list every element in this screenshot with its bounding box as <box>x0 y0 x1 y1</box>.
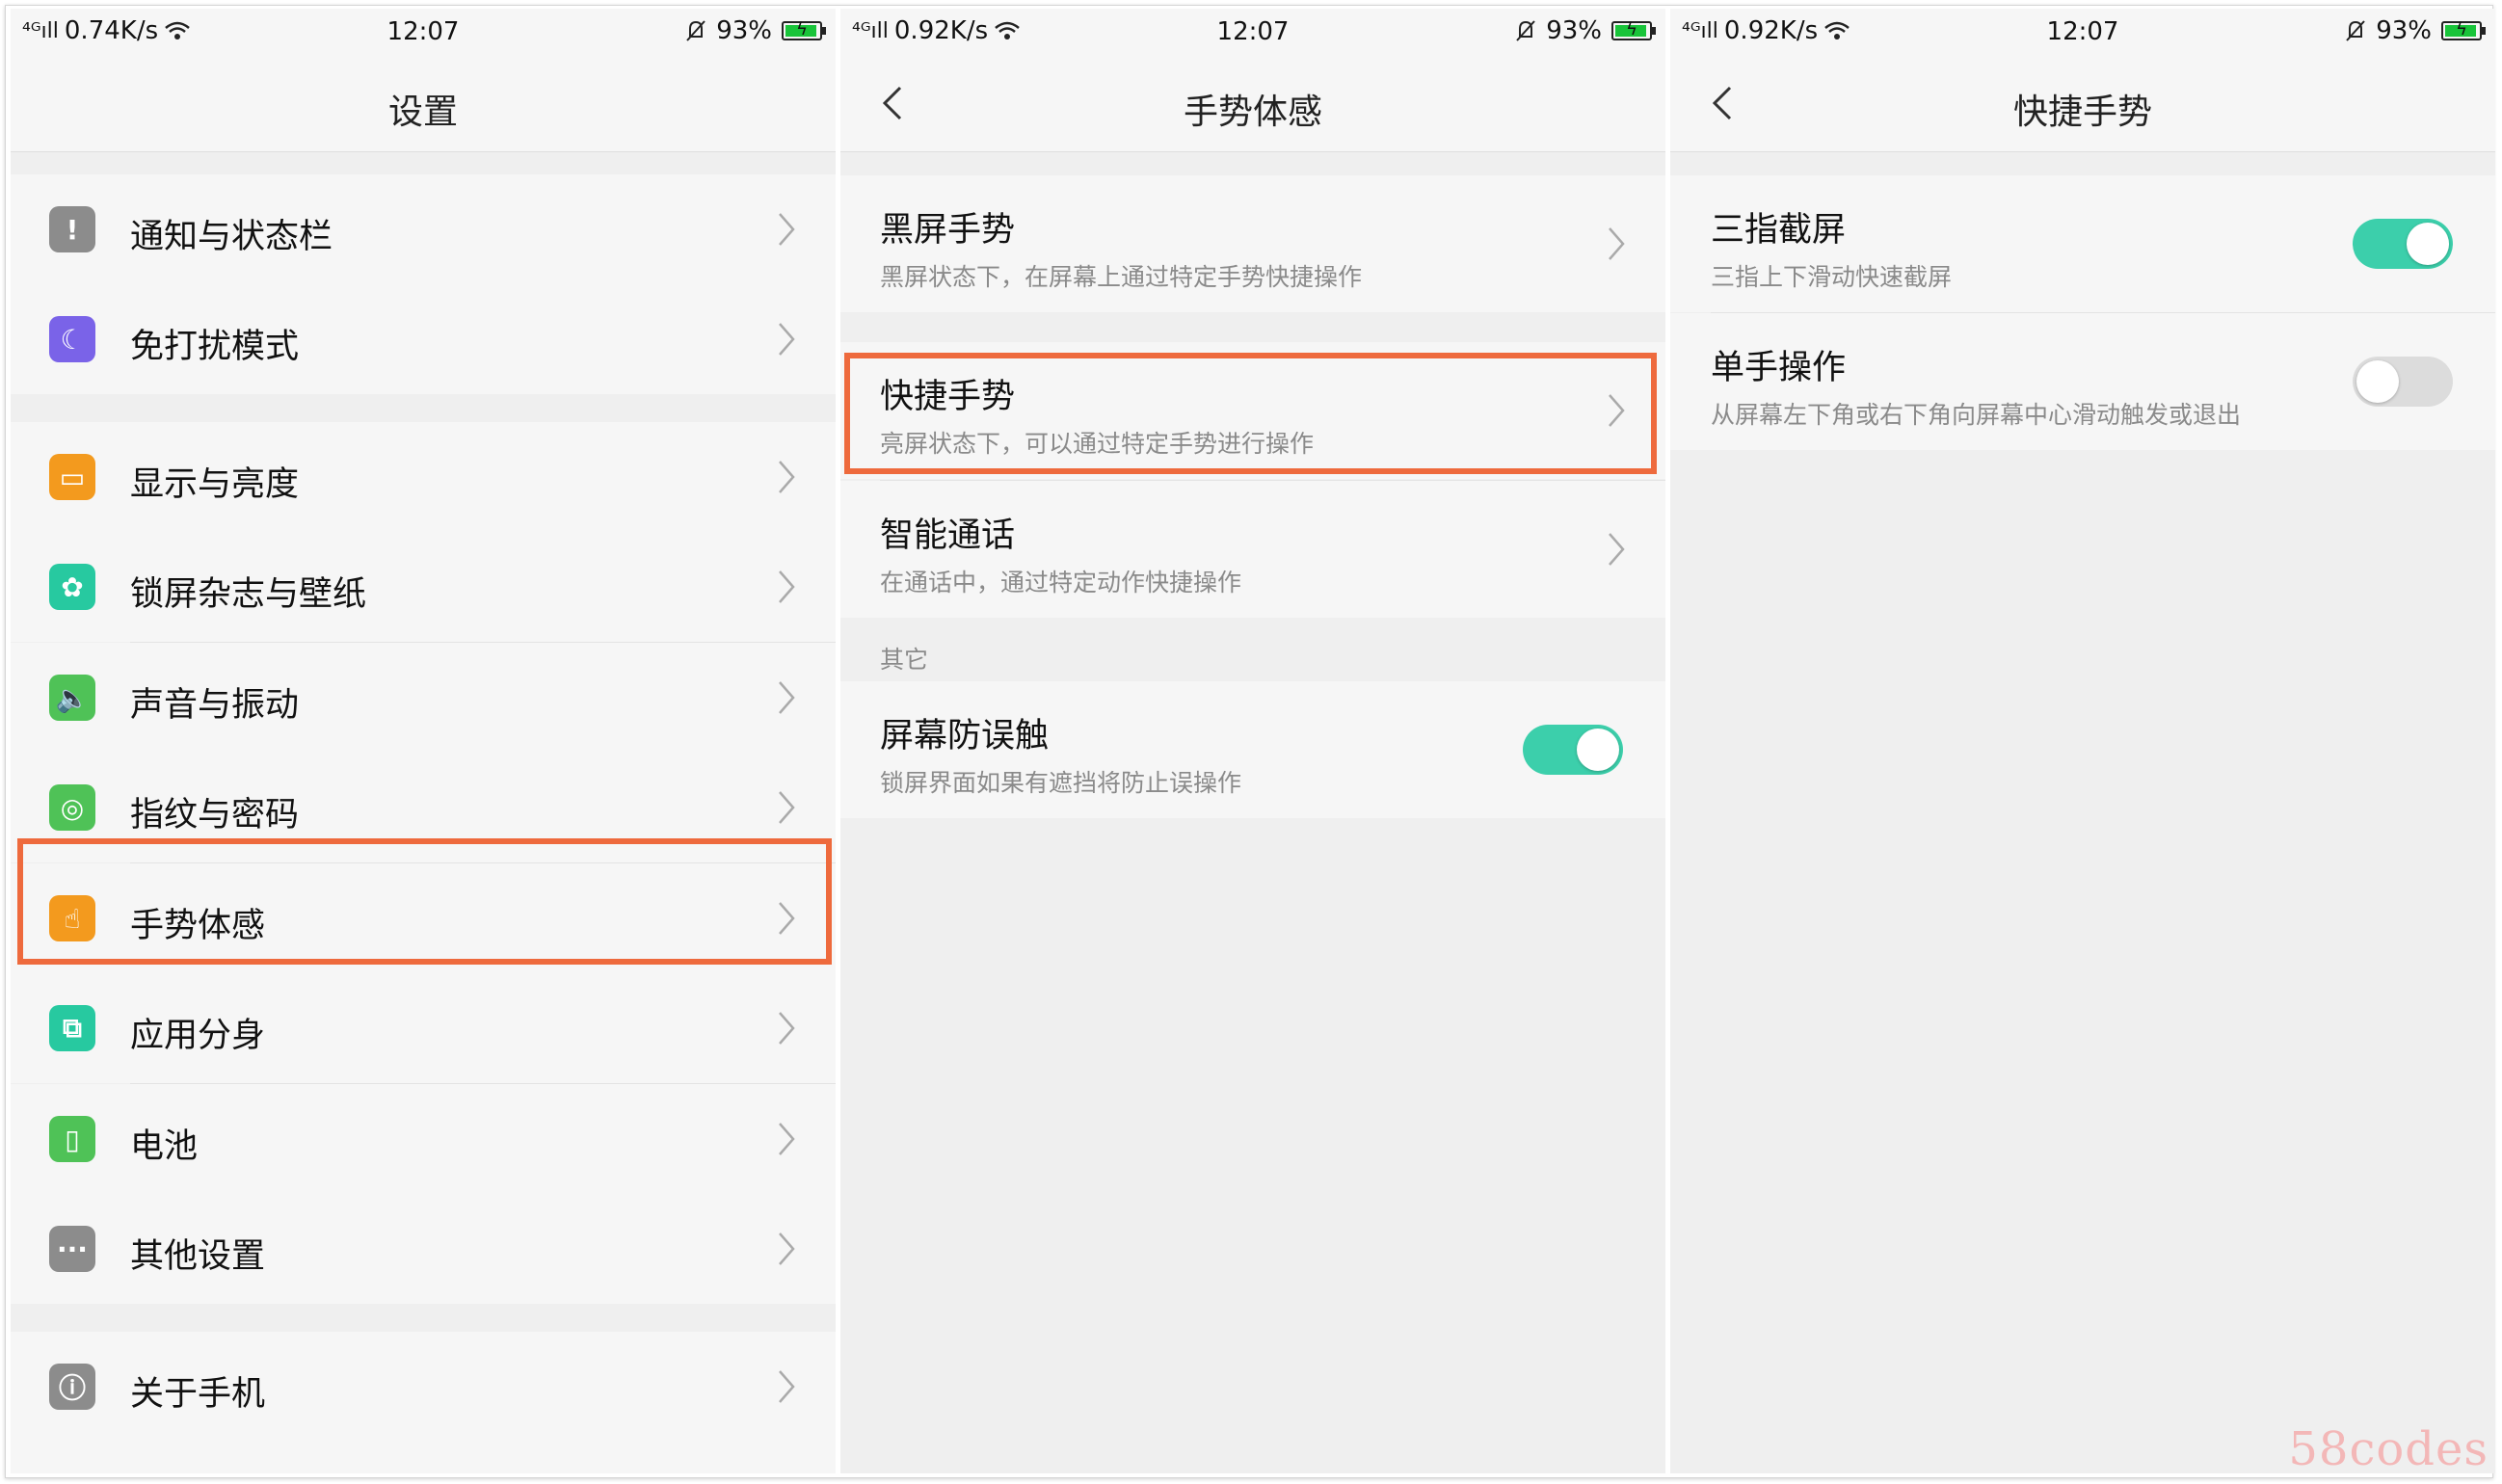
settings-item[interactable]: ▯ 电池 <box>11 1084 836 1194</box>
item-subtitle: 从屏幕左下角或右下角向屏幕中心滑动触发或退出 <box>1711 401 2242 429</box>
section-header-other: 其它 <box>880 646 929 674</box>
settings-item-label: 指纹与密码 <box>130 796 300 835</box>
chevron-right-icon <box>776 210 797 249</box>
battery-charging-icon: ϟ <box>1611 19 1656 40</box>
chevron-right-icon <box>776 899 797 938</box>
settings-item-label: 显示与亮度 <box>130 465 300 504</box>
chevron-right-icon <box>776 678 797 717</box>
chevron-right-icon <box>776 320 797 358</box>
settings-screen: ⁴ᴳıll 0.74K/s 12:07 93% ϟ 设置 ! 通知与状态栏 ☾ 免打扰… <box>11 9 836 1473</box>
settings-item-label: 免打扰模式 <box>130 328 300 366</box>
app-clone-icon: ⧉ <box>49 1005 95 1051</box>
fingerprint-icon: ◎ <box>49 784 95 831</box>
settings-item[interactable]: ! 通知与状态栏 <box>11 174 836 284</box>
chevron-right-icon <box>776 788 797 827</box>
anti-touch-toggle[interactable] <box>1523 725 1623 775</box>
settings-item-label: 声音与振动 <box>130 686 300 725</box>
silent-bell-icon <box>1516 20 1535 41</box>
silent-bell-icon <box>2346 20 2365 41</box>
page-title: 手势体感 <box>1183 93 1322 132</box>
settings-item-label: 手势体感 <box>130 907 266 945</box>
item-subtitle: 黑屏状态下，在屏幕上通过特定手势快捷操作 <box>880 263 1363 291</box>
status-bar: ⁴ᴳıll 0.92K/s 12:07 93% ϟ <box>1670 9 2495 55</box>
title-bar: 快捷手势 <box>1670 55 2495 152</box>
item-label: 智能通话 <box>880 517 1016 555</box>
battery-charging-icon: ϟ <box>2441 19 2486 40</box>
notification-icon: ! <box>49 206 95 252</box>
settings-item-label: 锁屏杂志与壁纸 <box>130 575 367 614</box>
hand-gesture-icon: ☝ <box>49 895 95 941</box>
more-icon: ··· <box>49 1226 95 1272</box>
item-label: 屏幕防误触 <box>880 717 1050 755</box>
settings-item[interactable]: ◔系统更新 <box>11 1442 836 1473</box>
one-hand-mode-toggle[interactable] <box>2353 357 2453 407</box>
gesture-screen: ⁴ᴳıll 0.92K/s 12:07 93% ϟ 手势体感 黑屏手势 黑屏状态… <box>840 9 1665 1473</box>
quick-gesture-screen: ⁴ᴳıll 0.92K/s 12:07 93% ϟ 快捷手势 三指截屏 三指上下… <box>1670 9 2495 1473</box>
settings-item-label: 电池 <box>130 1127 199 1166</box>
item-label: 快捷手势 <box>880 378 1016 416</box>
silent-bell-icon <box>686 20 705 41</box>
three-finger-screenshot-toggle[interactable] <box>2353 219 2453 269</box>
chevron-right-icon <box>776 1120 797 1158</box>
list-item-quick-gesture[interactable]: 快捷手势 亮屏状态下，可以通过特定手势进行操作 <box>840 342 1665 479</box>
settings-item[interactable]: ✿ 锁屏杂志与壁纸 <box>11 532 836 642</box>
battery-percent: 93% <box>2376 16 2432 45</box>
settings-item-label: 通知与状态栏 <box>130 218 333 256</box>
settings-item[interactable]: ☾ 免打扰模式 <box>11 284 836 394</box>
item-label: 单手操作 <box>1711 349 1847 387</box>
settings-item[interactable]: ⓘ 关于手机 <box>11 1332 836 1442</box>
moon-icon: ☾ <box>49 316 95 362</box>
item-subtitle: 亮屏状态下，可以通过特定手势进行操作 <box>880 430 1315 458</box>
chevron-right-icon <box>1609 533 1625 566</box>
battery-percent: 93% <box>1546 16 1602 45</box>
chevron-right-icon <box>776 568 797 606</box>
list-item-smart-call[interactable]: 智能通话 在通话中，通过特定动作快捷操作 <box>840 481 1665 618</box>
info-icon: ⓘ <box>49 1364 95 1410</box>
page-title: 快捷手势 <box>2012 93 2152 132</box>
settings-item[interactable]: ··· 其他设置 <box>11 1194 836 1304</box>
watermark: 58codes <box>2288 1422 2489 1476</box>
settings-item[interactable]: ▭ 显示与亮度 <box>11 422 836 532</box>
settings-item[interactable]: 🔈 声音与振动 <box>11 643 836 753</box>
title-bar: 设置 <box>11 55 836 152</box>
chevron-right-icon <box>1609 394 1625 427</box>
list-item-screen-anti-touch[interactable]: 屏幕防误触 锁屏界面如果有遮挡将防止误操作 <box>840 681 1665 818</box>
item-subtitle: 锁屏界面如果有遮挡将防止误操作 <box>880 769 1242 797</box>
list-item-three-finger-screenshot[interactable]: 三指截屏 三指上下滑动快速截屏 <box>1670 175 2495 312</box>
settings-item[interactable]: ◎ 指纹与密码 <box>11 753 836 862</box>
battery-icon: ▯ <box>49 1116 95 1162</box>
settings-item[interactable]: ⧉ 应用分身 <box>11 973 836 1083</box>
speaker-icon: 🔈 <box>49 675 95 721</box>
list-item-one-hand-mode[interactable]: 单手操作 从屏幕左下角或右下角向屏幕中心滑动触发或退出 <box>1670 313 2495 450</box>
title-bar: 手势体感 <box>840 55 1665 152</box>
settings-item-label: 应用分身 <box>130 1017 266 1055</box>
settings-item[interactable]: ☝ 手势体感 <box>11 863 836 973</box>
chevron-right-icon <box>776 458 797 496</box>
item-subtitle: 三指上下滑动快速截屏 <box>1711 263 1953 291</box>
item-label: 三指截屏 <box>1711 211 1847 250</box>
battery-charging-icon: ϟ <box>782 19 826 40</box>
chevron-right-icon <box>776 1009 797 1047</box>
list-item-black-screen-gesture[interactable]: 黑屏手势 黑屏状态下，在屏幕上通过特定手势快捷操作 <box>840 175 1665 312</box>
item-label: 黑屏手势 <box>880 211 1016 250</box>
item-subtitle: 在通话中，通过特定动作快捷操作 <box>880 569 1242 596</box>
chevron-right-icon <box>776 1230 797 1268</box>
chevron-right-icon <box>776 1367 797 1406</box>
chevron-right-icon <box>1609 227 1625 260</box>
battery-percent: 93% <box>716 16 772 45</box>
page-title: 设置 <box>387 93 458 132</box>
status-bar: ⁴ᴳıll 0.74K/s 12:07 93% ϟ <box>11 9 836 55</box>
display-icon: ▭ <box>49 454 95 500</box>
status-bar: ⁴ᴳıll 0.92K/s 12:07 93% ϟ <box>840 9 1665 55</box>
settings-item-label: 关于手机 <box>130 1375 266 1414</box>
settings-item-label: 其他设置 <box>130 1237 266 1276</box>
pinwheel-icon: ✿ <box>49 564 95 610</box>
